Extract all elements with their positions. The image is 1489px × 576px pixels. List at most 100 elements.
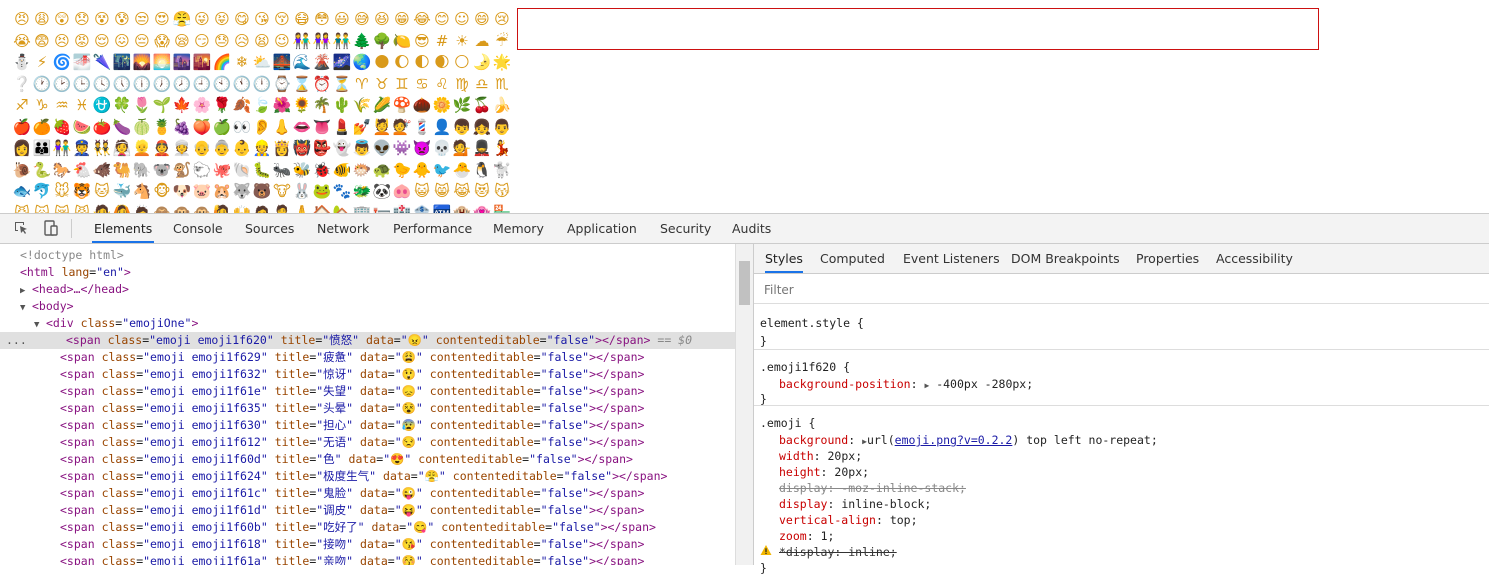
emoji-glyph[interactable]: 😅 bbox=[352, 9, 372, 29]
emoji-glyph[interactable]: ♋ bbox=[412, 74, 432, 94]
emoji-glyph[interactable]: 🍑 bbox=[192, 117, 212, 137]
emoji-glyph[interactable]: 👲 bbox=[152, 138, 172, 158]
emoji-glyph[interactable]: 🌅 bbox=[152, 52, 172, 72]
emoji-glyph[interactable]: 🙎 bbox=[272, 203, 292, 214]
emoji-glyph[interactable]: 🌸 bbox=[192, 95, 212, 115]
emoji-glyph[interactable]: 🐳 bbox=[112, 181, 132, 201]
emoji-glyph[interactable]: 🌂 bbox=[92, 52, 112, 72]
emoji-glyph[interactable]: 😣 bbox=[52, 31, 72, 51]
emoji-glyph[interactable]: 🐗 bbox=[92, 160, 112, 180]
emoji-glyph[interactable]: 🏣 bbox=[372, 203, 392, 214]
emoji-glyph[interactable]: 💇 bbox=[392, 117, 412, 137]
emoji-glyph[interactable]: ♈ bbox=[352, 74, 372, 94]
emoji-glyph[interactable]: 😥 bbox=[232, 31, 252, 51]
emoji-glyph[interactable]: 🌼 bbox=[432, 95, 452, 115]
emoji-glyph[interactable]: 🌴 bbox=[312, 95, 332, 115]
css-property-name[interactable]: width bbox=[779, 449, 814, 463]
emoji-glyph[interactable]: 🌒 bbox=[432, 52, 452, 72]
emoji-glyph[interactable]: 🌑 bbox=[372, 52, 392, 72]
dom-node-span[interactable]: <span class="emoji emoji1f61e" title="失望… bbox=[60, 383, 644, 400]
emoji-glyph[interactable]: 😳 bbox=[312, 9, 332, 29]
emoji-glyph[interactable]: 👄 bbox=[292, 117, 312, 137]
emoji-glyph[interactable]: 🍁 bbox=[172, 95, 192, 115]
emoji-glyph[interactable]: 🏡 bbox=[332, 203, 352, 214]
emoji-glyph[interactable]: 🐲 bbox=[352, 181, 372, 201]
emoji-glyph[interactable]: 🕙 bbox=[212, 74, 232, 94]
emoji-glyph[interactable]: 👺 bbox=[312, 138, 332, 158]
emoji-glyph[interactable]: ♊ bbox=[392, 74, 412, 94]
emoji-glyph[interactable]: 🐷 bbox=[192, 181, 212, 201]
dom-node-span[interactable]: <span class="emoji emoji1f61c" title="鬼脸… bbox=[60, 485, 644, 502]
css-declaration[interactable]: vertical-align: top; bbox=[779, 512, 918, 528]
emoji-glyph[interactable]: 💀 bbox=[432, 138, 452, 158]
emoji-glyph[interactable]: 🐨 bbox=[152, 160, 172, 180]
emoji-glyph[interactable]: 👪 bbox=[32, 138, 52, 158]
emoji-glyph[interactable]: 🐻 bbox=[252, 181, 272, 201]
emoji-glyph[interactable]: 🐣 bbox=[452, 160, 472, 180]
emoji-glyph[interactable]: 🐍 bbox=[32, 160, 52, 180]
emoji-glyph[interactable]: 🌷 bbox=[132, 95, 152, 115]
emoji-glyph[interactable]: 👶 bbox=[232, 138, 252, 158]
tab-console[interactable]: Console bbox=[171, 214, 225, 243]
css-property-value[interactable]: -400px -280px; bbox=[936, 377, 1033, 391]
emoji-glyph[interactable]: ♒ bbox=[52, 95, 72, 115]
emoji-glyph[interactable]: 🍎 bbox=[12, 117, 32, 137]
emoji-glyph[interactable]: 🌄 bbox=[132, 52, 152, 72]
emoji-glyph[interactable]: 🙅 bbox=[92, 203, 112, 214]
dom-node-span-selected[interactable]: ... <span class="emoji emoji1f620" title=… bbox=[0, 332, 735, 349]
emoji-glyph[interactable]: 😘 bbox=[252, 9, 272, 29]
emoji-glyph[interactable]: 🐎 bbox=[52, 160, 72, 180]
styles-tab-event-listeners[interactable]: Event Listeners bbox=[903, 244, 1000, 273]
emoji-glyph[interactable]: 💄 bbox=[332, 117, 352, 137]
emoji-glyph[interactable]: 🐌 bbox=[12, 160, 32, 180]
emoji-glyph[interactable]: 🙊 bbox=[192, 203, 212, 214]
emoji-glyph[interactable]: 🌰 bbox=[412, 95, 432, 115]
emoji-glyph[interactable]: 🍀 bbox=[112, 95, 132, 115]
emoji-glyph[interactable]: 🌳 bbox=[372, 31, 392, 51]
emoji-glyph[interactable]: ⛅ bbox=[252, 52, 272, 72]
emoji-glyph[interactable]: 🕕 bbox=[132, 74, 152, 94]
emoji-glyph[interactable]: 🍇 bbox=[172, 117, 192, 137]
rule-selector[interactable]: .emoji { bbox=[760, 415, 815, 431]
emoji-glyph[interactable]: 😷 bbox=[292, 9, 312, 29]
emoji-glyph[interactable]: 👨 bbox=[492, 117, 512, 137]
css-declaration[interactable]: height: 20px; bbox=[779, 464, 869, 480]
emoji-glyph[interactable]: 👃 bbox=[272, 117, 292, 137]
emoji-glyph[interactable]: 👳 bbox=[172, 138, 192, 158]
dom-tree-scrollbar[interactable] bbox=[735, 244, 754, 565]
emoji-glyph[interactable]: 🐽 bbox=[392, 181, 412, 201]
css-property-name[interactable]: background bbox=[779, 433, 848, 447]
emoji-glyph[interactable]: ⌚ bbox=[272, 74, 292, 94]
dom-node-span[interactable]: <span class="emoji emoji1f612" title="无语… bbox=[60, 434, 644, 451]
emoji-glyph[interactable]: ♍ bbox=[452, 74, 472, 94]
emoji-glyph[interactable]: 👷 bbox=[252, 138, 272, 158]
css-property-value[interactable]: top; bbox=[890, 513, 918, 527]
emoji-glyph[interactable]: 🐯 bbox=[72, 181, 92, 201]
emoji-glyph[interactable]: 🐜 bbox=[272, 160, 292, 180]
emoji-glyph[interactable]: 😨 bbox=[32, 31, 52, 51]
css-property-value[interactable]: 1; bbox=[821, 529, 835, 543]
emoji-glyph[interactable]: 🌿 bbox=[452, 95, 472, 115]
emoji-glyph[interactable]: 🏢 bbox=[352, 203, 372, 214]
emoji-glyph[interactable]: ♎ bbox=[472, 74, 492, 94]
emoji-glyph[interactable]: 😡 bbox=[72, 31, 92, 51]
element-style-selector[interactable]: element.style { bbox=[760, 315, 864, 331]
emoji-glyph[interactable]: 🙈 bbox=[152, 203, 172, 214]
emoji-glyph[interactable]: 🌺 bbox=[272, 95, 292, 115]
emoji-glyph[interactable]: 👾 bbox=[392, 138, 412, 158]
css-property-name[interactable]: background-position bbox=[779, 377, 911, 391]
emoji-glyph[interactable]: 😿 bbox=[52, 203, 72, 214]
emoji-glyph[interactable]: 🕐 bbox=[32, 74, 52, 94]
emoji-glyph[interactable]: 🌋 bbox=[312, 52, 332, 72]
emoji-glyph[interactable]: 🐬 bbox=[32, 181, 52, 201]
emoji-glyph[interactable]: 👀 bbox=[232, 117, 252, 137]
emoji-png-link[interactable]: emoji.png?v=0.2.2 bbox=[895, 433, 1013, 447]
emoji-glyph[interactable]: 🌽 bbox=[372, 95, 392, 115]
emoji-glyph[interactable]: 💅 bbox=[352, 117, 372, 137]
emoji-glyph[interactable]: 🏧 bbox=[432, 203, 452, 214]
emoji-glyph[interactable]: 😚 bbox=[272, 9, 292, 29]
emoji-glyph[interactable]: 😉 bbox=[272, 31, 292, 51]
emoji-glyph[interactable]: ♏ bbox=[492, 74, 512, 94]
emoji-glyph[interactable]: ⌛ bbox=[292, 74, 312, 94]
emoji-glyph[interactable]: 🌔 bbox=[392, 52, 412, 72]
